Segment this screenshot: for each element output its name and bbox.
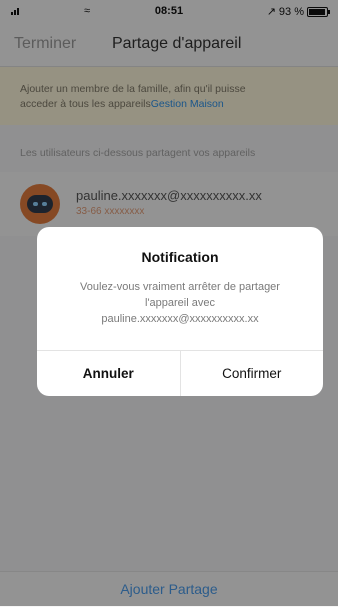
alert-message-line1: Voulez-vous vraiment arrêter de partager: [80, 281, 280, 293]
alert-button-row: Annuler Confirmer: [37, 350, 323, 396]
alert-message-line2: l'appareil avec: [145, 297, 215, 309]
notification-alert: Notification Voulez-vous vraiment arrête…: [37, 227, 323, 396]
alert-message: Voulez-vous vraiment arrêter de partager…: [49, 279, 311, 327]
confirm-button[interactable]: Confirmer: [181, 351, 324, 396]
cancel-button[interactable]: Annuler: [37, 351, 181, 396]
alert-message-line3: pauline.xxxxxxx@xxxxxxxxxx.xx: [101, 313, 259, 325]
alert-title: Notification: [141, 249, 219, 265]
